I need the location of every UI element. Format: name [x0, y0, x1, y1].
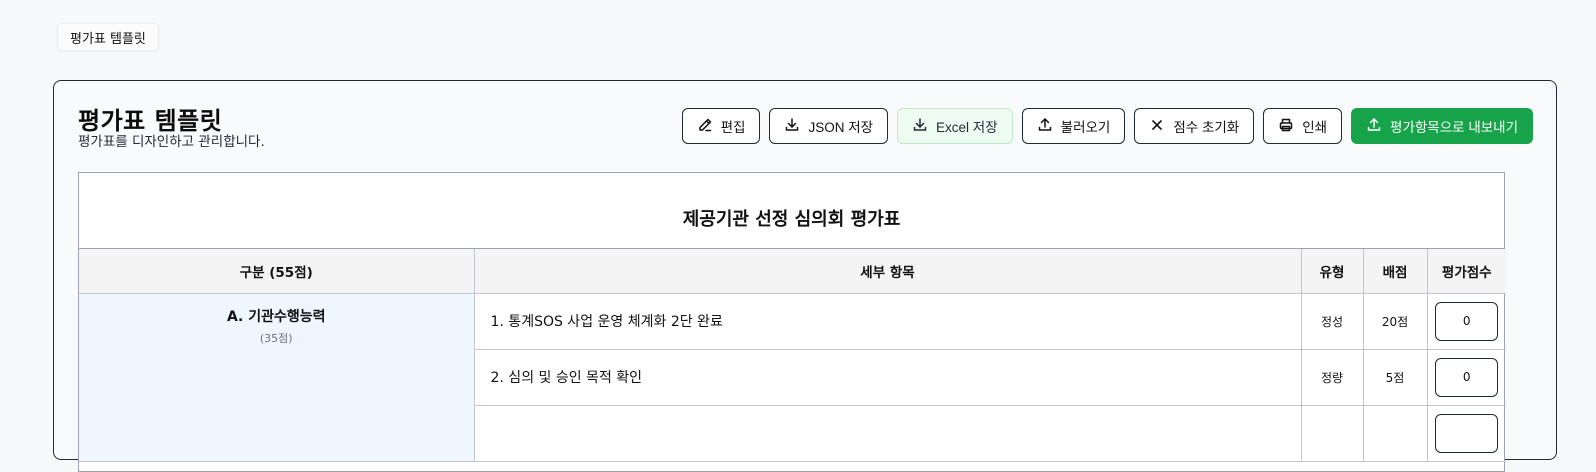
- reset-scores-label: 점수 초기화: [1173, 120, 1240, 135]
- section-points: (35점): [259, 331, 293, 345]
- toolbar: 편집 JSON 저장 Excel 저장 불러오기 점수 초기화 인쇄 평가항목으…: [681, 108, 1533, 144]
- save-json-label: JSON 저장: [808, 120, 874, 135]
- evaluation-table: 구분 (55점) 세부 항목 유형 배점 평가점수 A. 기관수행능력 (35점…: [79, 249, 1506, 462]
- column-header-type: 유형: [1300, 249, 1364, 294]
- points-cell: 5점: [1362, 348, 1428, 406]
- pencil-icon: [697, 117, 713, 136]
- upload-icon: [1037, 117, 1053, 136]
- table-row: A. 기관수행능력 (35점) 1. 통계SOS 사업 운영 체계화 2단 완료…: [79, 292, 1506, 462]
- evaluation-sheet: 제공기관 선정 심의회 평가표 구분 (55점) 세부 항목 유형 배점 평가점…: [78, 172, 1506, 472]
- type-cell: 정성: [1300, 292, 1364, 350]
- load-button-label: 불러오기: [1060, 120, 1111, 135]
- table-header-row: 구분 (55점) 세부 항목 유형 배점 평가점수: [79, 249, 1506, 294]
- score-cell: [1426, 348, 1506, 406]
- print-button[interactable]: 인쇄: [1263, 108, 1343, 144]
- edit-button[interactable]: 편집: [681, 108, 761, 144]
- score-cell: [1426, 404, 1506, 462]
- print-button-label: 인쇄: [1302, 120, 1328, 135]
- score-input[interactable]: [1435, 413, 1499, 453]
- save-excel-button[interactable]: Excel 저장: [897, 108, 1013, 144]
- section-name: A. 기관수행능력: [226, 308, 326, 325]
- points-cell: [1362, 404, 1428, 462]
- export-items-label: 평가항목으로 내보내기: [1390, 120, 1518, 135]
- close-icon: [1149, 117, 1165, 136]
- reset-scores-button[interactable]: 점수 초기화: [1134, 108, 1255, 144]
- template-tab-label: 평가표 템플릿: [70, 31, 146, 47]
- template-card: 평가표 템플릿 평가표를 디자인하고 관리합니다. 편집 JSON 저장 Exc…: [53, 80, 1557, 472]
- points-cell: 20점: [1362, 292, 1428, 350]
- score-input[interactable]: [1435, 357, 1499, 397]
- upload-icon: [1366, 117, 1382, 136]
- page-subtitle: 평가표를 디자인하고 관리합니다.: [78, 134, 265, 150]
- item-cell: [474, 404, 1302, 462]
- item-cell: 1. 통계SOS 사업 운영 체계화 2단 완료: [473, 292, 1302, 350]
- sheet-title: 제공기관 선정 심의회 평가표: [79, 173, 1504, 249]
- column-header-category: 구분 (55점): [79, 249, 475, 294]
- score-cell: [1426, 292, 1506, 350]
- template-tab[interactable]: 평가표 템플릿: [57, 23, 159, 51]
- save-json-button[interactable]: JSON 저장: [769, 108, 889, 144]
- column-header-score: 평가점수: [1426, 249, 1506, 294]
- load-button[interactable]: 불러오기: [1021, 108, 1126, 144]
- column-header-detail: 세부 항목: [473, 249, 1302, 294]
- column-header-points: 배점: [1362, 249, 1428, 294]
- export-items-button[interactable]: 평가항목으로 내보내기: [1351, 108, 1533, 144]
- type-cell: [1300, 404, 1364, 462]
- printer-icon: [1278, 117, 1294, 136]
- score-input[interactable]: [1435, 301, 1499, 341]
- edit-button-label: 편집: [720, 120, 746, 135]
- save-excel-label: Excel 저장: [936, 120, 998, 135]
- item-cell: 2. 심의 및 승인 목적 확인: [474, 348, 1302, 406]
- download-icon: [784, 117, 800, 136]
- download-icon: [912, 117, 928, 136]
- type-cell: 정량: [1300, 348, 1364, 406]
- section-cell: A. 기관수행능력 (35점): [79, 292, 475, 462]
